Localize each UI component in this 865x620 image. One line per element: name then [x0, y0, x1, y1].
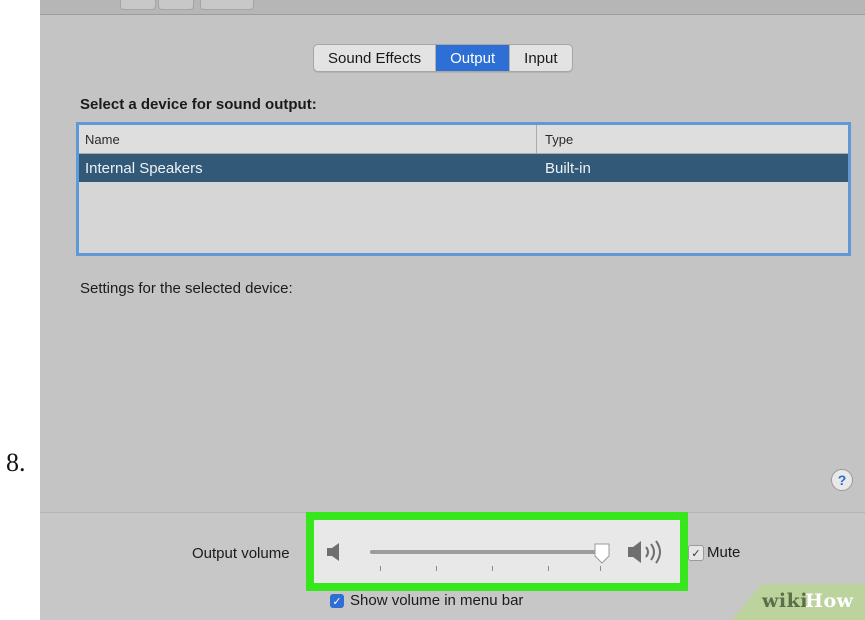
- tab-input[interactable]: Input: [510, 45, 571, 71]
- volume-slider-fill: [370, 550, 598, 554]
- volume-slider-track[interactable]: [370, 550, 602, 554]
- slider-tick: [600, 566, 601, 571]
- device-name-cell: Internal Speakers: [85, 159, 203, 177]
- sound-preferences-panel: Sound Effects Output Input Select a devi…: [40, 0, 865, 620]
- slider-tick: [380, 566, 381, 571]
- table-header: Name Type: [79, 125, 848, 154]
- device-section-title: Select a device for sound output:: [80, 96, 317, 113]
- output-volume-label: Output volume: [192, 545, 290, 562]
- device-type-cell: Built-in: [545, 159, 591, 177]
- mute-checkbox[interactable]: ✓: [688, 545, 704, 561]
- slider-tick: [436, 566, 437, 571]
- output-device-table[interactable]: Name Type Internal Speakers Built-in: [76, 122, 851, 256]
- column-header-name[interactable]: Name: [79, 125, 537, 153]
- watermark-wiki: wiki: [762, 590, 808, 612]
- show-volume-checkbox[interactable]: ✓: [330, 594, 344, 608]
- mute-label: Mute: [707, 544, 741, 561]
- slider-tick: [548, 566, 549, 571]
- slider-tick: [492, 566, 493, 571]
- tab-bar: Sound Effects Output Input: [313, 44, 573, 72]
- show-volume-label: Show volume in menu bar: [350, 592, 524, 609]
- tab-output[interactable]: Output: [436, 45, 511, 71]
- toolbar-forward-button[interactable]: [158, 0, 194, 10]
- settings-label: Settings for the selected device:: [80, 280, 293, 297]
- speaker-low-icon: [327, 543, 339, 561]
- watermark-how: How: [805, 590, 854, 612]
- tab-sound-effects[interactable]: Sound Effects: [314, 45, 437, 71]
- speaker-high-icon: [628, 540, 661, 564]
- toolbar-show-all-button[interactable]: [200, 0, 254, 10]
- table-row[interactable]: Internal Speakers Built-in: [79, 154, 848, 182]
- toolbar-strip: [40, 0, 865, 15]
- toolbar-back-button[interactable]: [120, 0, 156, 10]
- column-header-type[interactable]: Type: [537, 132, 573, 147]
- step-number: 8.: [6, 448, 26, 477]
- volume-slider-knob[interactable]: [593, 542, 611, 564]
- help-button[interactable]: ?: [831, 469, 853, 491]
